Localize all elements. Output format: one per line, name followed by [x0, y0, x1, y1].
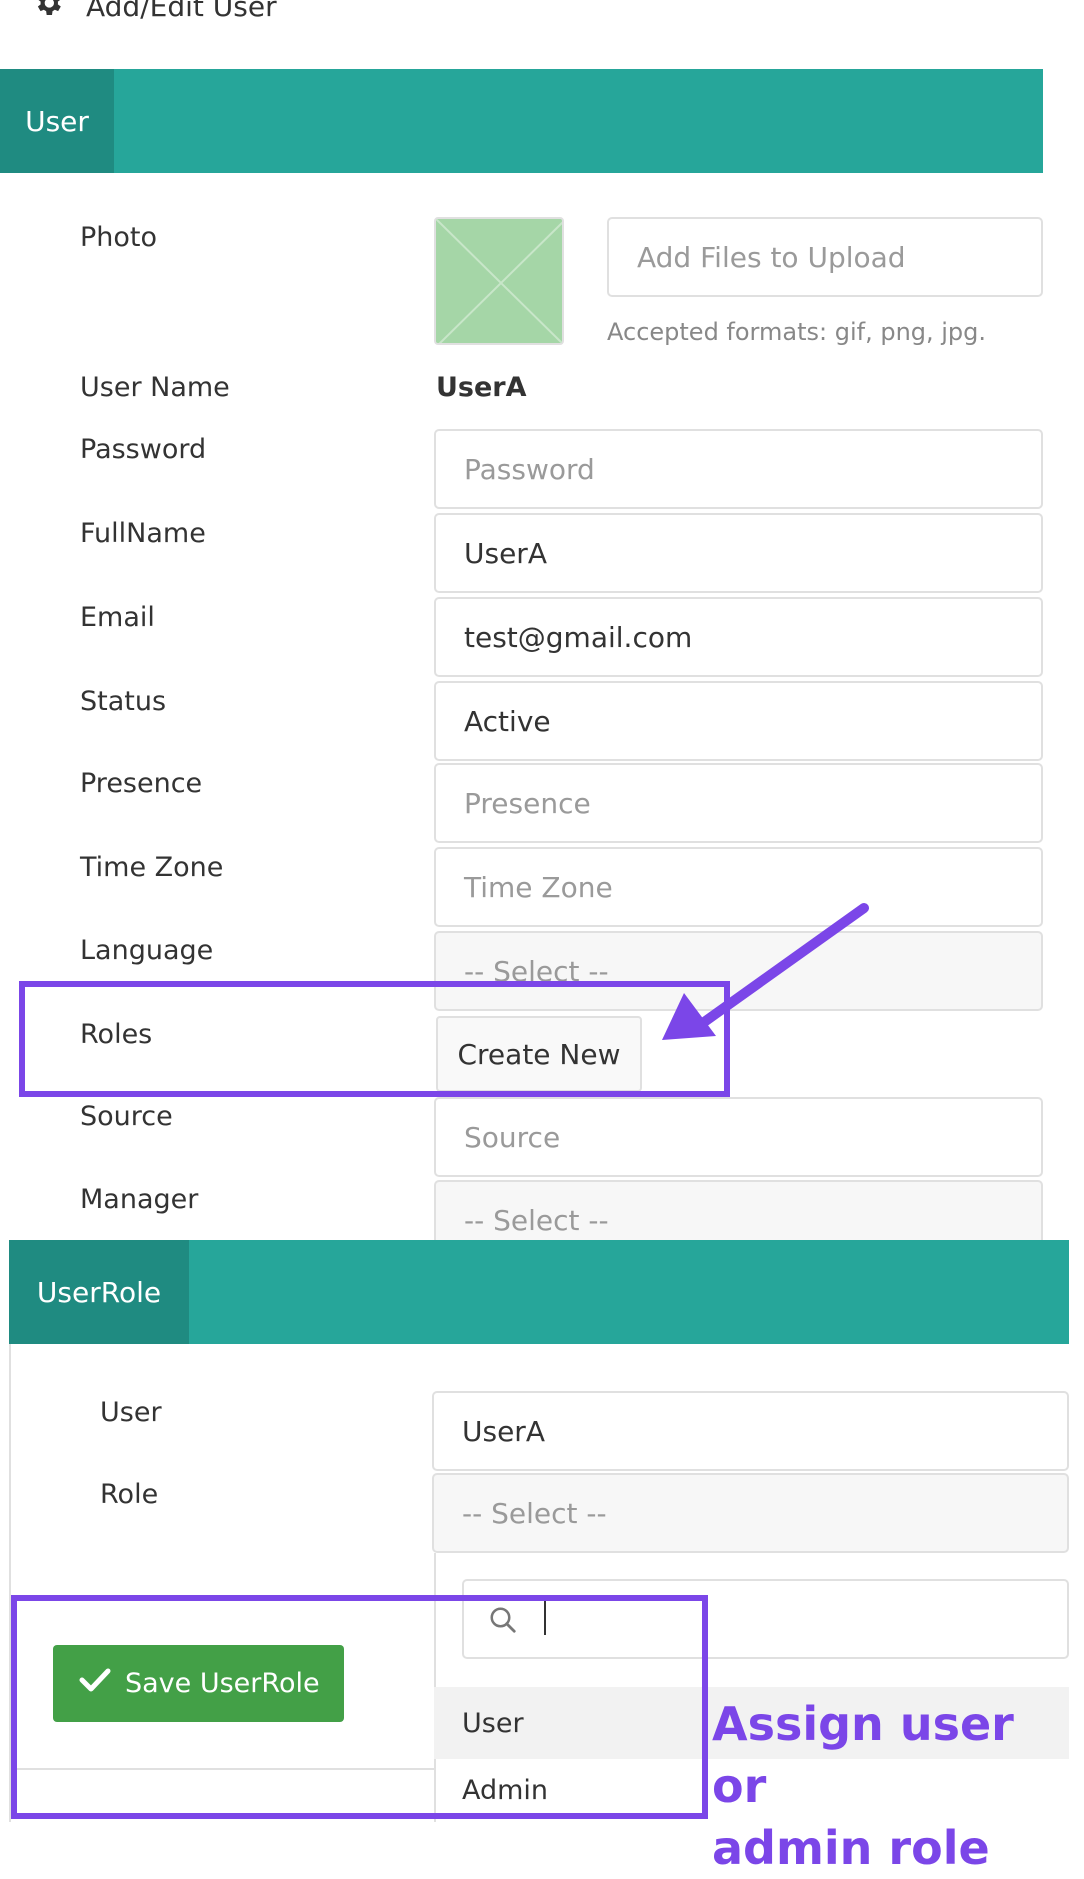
annotation-arrow-icon	[662, 903, 869, 1040]
annotation-text-line1: Assign user or	[712, 1697, 1014, 1813]
annotation-text: Assign user or admin role	[712, 1693, 1084, 1879]
annotation-text-line2: admin role	[712, 1821, 990, 1875]
